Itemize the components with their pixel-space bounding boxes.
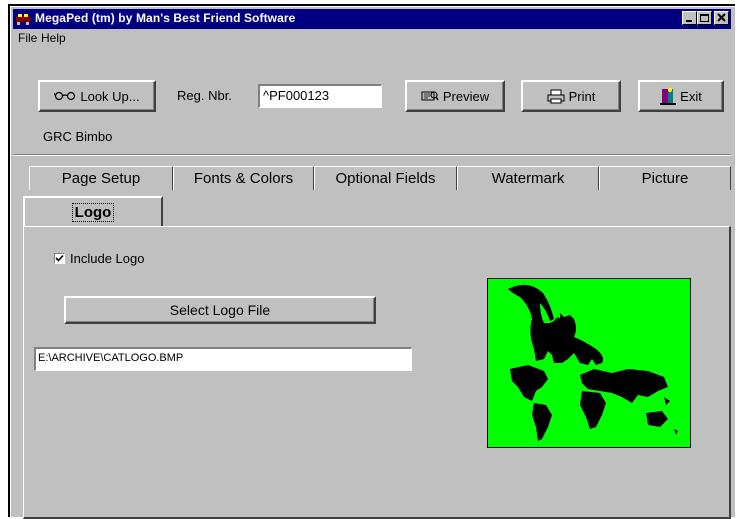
maximize-button[interactable] bbox=[697, 11, 712, 25]
menu-help-label: Help bbox=[41, 31, 66, 45]
include-logo-checkbox[interactable] bbox=[54, 253, 65, 264]
menu-help[interactable]: Help bbox=[41, 31, 66, 45]
exit-label: Exit bbox=[680, 88, 702, 104]
title-bar[interactable]: MegaPed (tm) by Man's Best Friend Softwa… bbox=[13, 9, 731, 29]
window-title: MegaPed (tm) by Man's Best Friend Softwa… bbox=[35, 11, 296, 25]
tab-picture[interactable]: Picture bbox=[599, 166, 731, 190]
tab-page-setup[interactable]: Page Setup bbox=[29, 166, 173, 190]
preview-button[interactable]: Preview bbox=[405, 80, 505, 112]
logo-file-path-input[interactable]: E:\ARCHIVE\CATLOGO.BMP bbox=[34, 347, 412, 371]
reg-nbr-input[interactable]: ^PF000123 bbox=[258, 84, 382, 108]
tab-page-setup-label: Page Setup bbox=[61, 170, 141, 187]
app-icon bbox=[16, 14, 30, 25]
minimize-button[interactable] bbox=[682, 11, 697, 25]
tab-logo-label: Logo bbox=[71, 202, 115, 222]
logo-preview-image bbox=[487, 278, 691, 448]
tab-logo[interactable]: Logo bbox=[23, 196, 163, 226]
close-button[interactable] bbox=[714, 11, 729, 25]
app-window: MegaPed (tm) by Man's Best Friend Softwa… bbox=[8, 4, 735, 519]
menu-bar: File Help bbox=[13, 30, 731, 48]
preview-icon bbox=[421, 91, 439, 101]
checkmark-icon bbox=[55, 254, 64, 262]
tab-watermark[interactable]: Watermark bbox=[457, 166, 599, 190]
tab-optional-fields-label: Optional Fields bbox=[335, 170, 436, 187]
tab-fonts-colors-label: Fonts & Colors bbox=[193, 170, 294, 187]
close-icon bbox=[717, 13, 726, 22]
select-logo-file-label: Select Logo File bbox=[169, 302, 271, 318]
tab-optional-fields[interactable]: Optional Fields bbox=[314, 166, 457, 190]
menu-file-label: File bbox=[18, 31, 38, 45]
tab-watermark-label: Watermark bbox=[491, 170, 565, 187]
exit-door-icon bbox=[660, 88, 677, 105]
tab-fonts-colors[interactable]: Fonts & Colors bbox=[173, 166, 314, 190]
printer-icon bbox=[547, 89, 565, 103]
maximize-icon bbox=[700, 14, 709, 22]
print-label: Print bbox=[568, 88, 596, 104]
lookup-button[interactable]: Look Up... bbox=[38, 80, 156, 112]
cat-on-globe-logo-icon bbox=[508, 284, 678, 441]
menu-file[interactable]: File bbox=[18, 31, 37, 45]
exit-button[interactable]: Exit bbox=[638, 80, 724, 112]
select-logo-file-button[interactable]: Select Logo File bbox=[64, 296, 376, 324]
lookup-label: Look Up... bbox=[80, 88, 140, 104]
minimize-icon bbox=[686, 20, 692, 22]
tab-picture-label: Picture bbox=[641, 170, 689, 187]
include-logo-label: Include Logo bbox=[70, 251, 145, 266]
reg-nbr-label: Reg. Nbr. bbox=[177, 88, 232, 103]
print-button[interactable]: Print bbox=[521, 80, 621, 112]
glasses-icon bbox=[54, 91, 76, 101]
preview-label: Preview bbox=[442, 88, 490, 104]
toolbar: Look Up... Reg. Nbr. ^PF000123 Preview P… bbox=[13, 50, 731, 155]
dog-name-label: GRC Bimbo bbox=[43, 129, 113, 144]
